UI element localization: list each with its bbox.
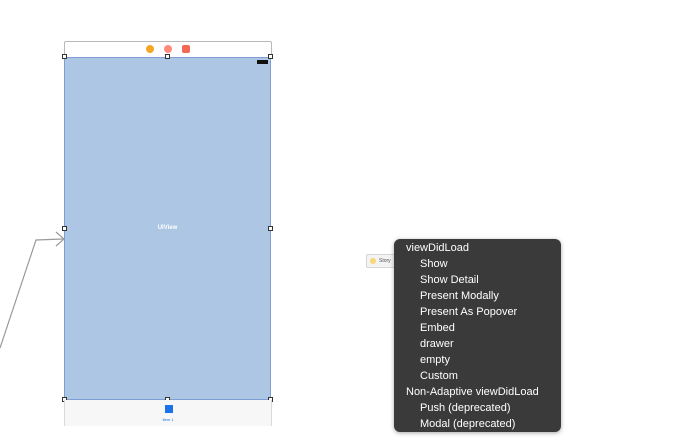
- menu-section-header-non-adaptive: Non-Adaptive viewDidLoad: [406, 386, 539, 398]
- tab-item-icon[interactable]: [165, 405, 173, 413]
- menu-item-present-modally[interactable]: Present Modally: [394, 288, 561, 304]
- menu-item-modal-deprecated[interactable]: Modal (deprecated): [394, 416, 561, 432]
- tab-item-label[interactable]: Item 1: [65, 417, 271, 422]
- menu-item-empty[interactable]: empty: [394, 352, 561, 368]
- resize-handle-top-center[interactable]: [165, 54, 170, 59]
- menu-item-present-as-popover[interactable]: Present As Popover: [394, 304, 561, 320]
- storyboard-reference-label: Story: [379, 258, 391, 264]
- first-responder-icon[interactable]: [164, 45, 172, 53]
- menu-section-header: viewDidLoad: [406, 242, 469, 254]
- resize-handle-top-left[interactable]: [62, 54, 67, 59]
- menu-item-embed[interactable]: Embed: [394, 320, 561, 336]
- menu-item-show[interactable]: Show: [394, 256, 561, 272]
- menu-item-show-detail[interactable]: Show Detail: [394, 272, 561, 288]
- battery-icon: [257, 60, 268, 64]
- menu-item-push-deprecated[interactable]: Push (deprecated): [394, 400, 561, 416]
- view-label: UIView: [157, 225, 178, 231]
- root-view[interactable]: UIView: [64, 57, 271, 400]
- resize-handle-middle-right[interactable]: [268, 226, 273, 231]
- resize-handle-top-right[interactable]: [268, 54, 273, 59]
- entry-point-arrow-icon[interactable]: [0, 230, 70, 355]
- exit-icon[interactable]: [182, 45, 190, 53]
- segue-menu: viewDidLoad Show Show Detail Present Mod…: [394, 239, 561, 432]
- menu-item-custom[interactable]: Custom: [394, 368, 561, 384]
- resize-handle-middle-left[interactable]: [62, 226, 67, 231]
- view-controller-icon[interactable]: [146, 45, 154, 53]
- storyboard-reference-icon: [370, 258, 376, 264]
- menu-item-drawer[interactable]: drawer: [394, 336, 561, 352]
- tab-bar: Item 1: [64, 400, 272, 426]
